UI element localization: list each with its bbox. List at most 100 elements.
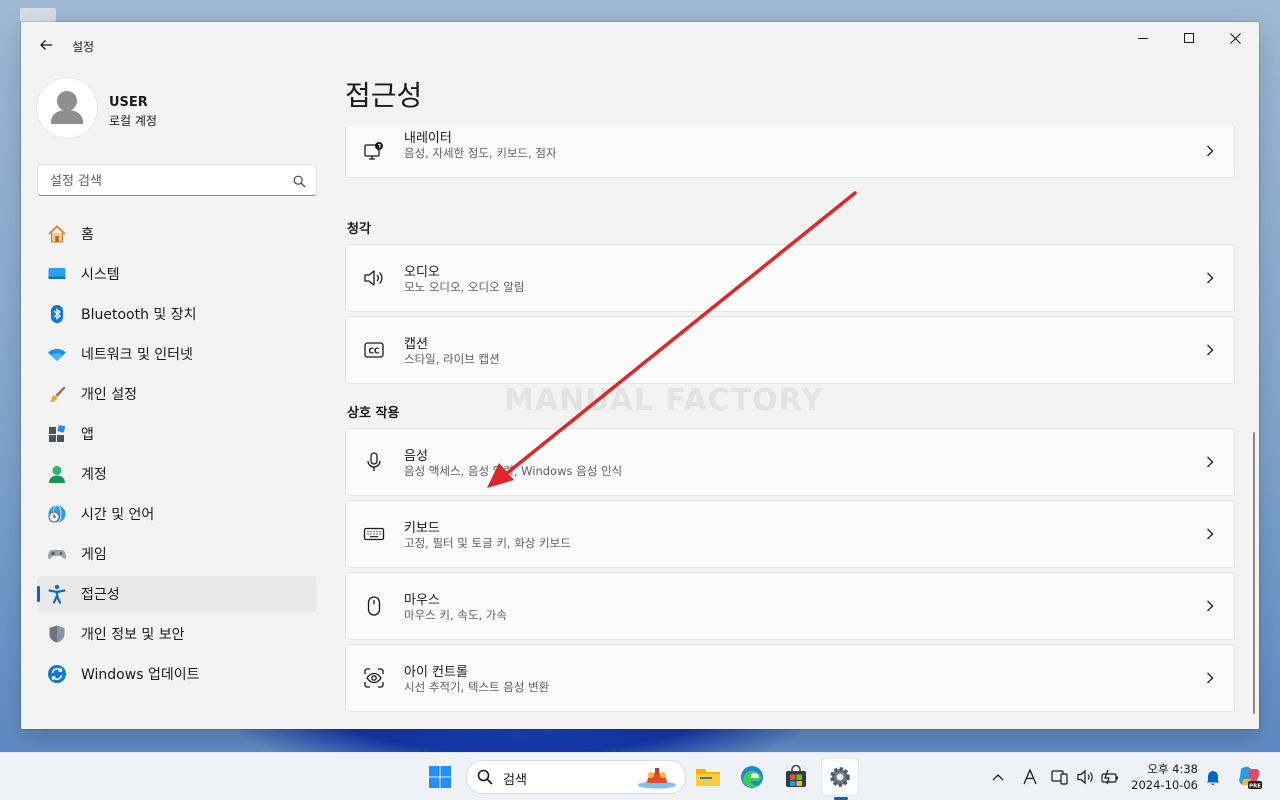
sidebar-item-home[interactable]: 홈 <box>37 216 317 252</box>
settings-taskbar-button[interactable] <box>822 759 858 795</box>
volume-icon[interactable] <box>1076 767 1096 787</box>
profile-account-type: 로컬 계정 <box>109 114 157 128</box>
keyboard-icon <box>362 522 386 546</box>
setting-subtitle: 마우스 키, 속도, 가속 <box>404 608 507 622</box>
setting-card-eye-control[interactable]: 아이 컨트롤 시선 추적기, 텍스트 음성 변환 <box>345 644 1235 712</box>
clock-date: 2024-10-06 <box>1131 778 1198 792</box>
sidebar-item-time-language[interactable]: 시간 및 언어 <box>37 496 317 532</box>
sidebar-item-bluetooth[interactable]: Bluetooth 및 장치 <box>37 296 317 332</box>
setting-title: 마우스 <box>404 593 440 608</box>
sidebar-item-gaming[interactable]: 게임 <box>37 536 317 572</box>
phone-link-icon[interactable] <box>1050 767 1070 787</box>
svg-text:PRE: PRE <box>1249 783 1261 789</box>
edge-icon <box>741 766 763 788</box>
sidebar-item-accessibility[interactable]: 접근성 <box>37 576 317 612</box>
system-clock[interactable]: 오후 4:38 2024-10-06 <box>1130 761 1198 793</box>
system-icon <box>47 264 67 284</box>
shield-icon <box>47 624 67 644</box>
page-title: 접근성 <box>345 79 423 112</box>
microsoft-store-button[interactable] <box>778 759 814 795</box>
captions-icon: CC <box>362 338 386 362</box>
setting-title: 오디오 <box>404 265 440 280</box>
file-explorer-button[interactable] <box>690 759 726 795</box>
title-bar: 설정 <box>21 22 1259 68</box>
apps-icon <box>47 424 67 444</box>
back-button[interactable] <box>35 34 57 56</box>
update-icon <box>47 664 67 684</box>
setting-card-audio[interactable]: 오디오 모노 오디오, 오디오 알림 <box>345 244 1235 312</box>
setting-title: 캡션 <box>404 337 428 352</box>
window-title: 설정 <box>72 40 95 54</box>
sidebar-item-label: 접근성 <box>81 587 120 603</box>
setting-card-speech[interactable]: 음성 음성 액세스, 음성 입력, Windows 음성 인식 <box>345 428 1235 496</box>
sidebar-item-personalization[interactable]: 개인 설정 <box>37 376 317 412</box>
battery-icon[interactable] <box>1100 767 1120 787</box>
taskbar-search-label: 검색 <box>503 773 527 788</box>
setting-card-mouse[interactable]: 마우스 마우스 키, 속도, 가속 <box>345 572 1235 640</box>
sidebar-nav: 홈 시스템 Bluetooth 및 장치 네트워크 및 인터넷 개인 설정 앱 … <box>37 216 317 696</box>
bluetooth-icon <box>47 304 67 324</box>
minimize-button[interactable] <box>1120 22 1166 54</box>
start-button[interactable] <box>422 759 458 795</box>
profile-name: USER <box>109 95 148 110</box>
sidebar-item-accounts[interactable]: 계정 <box>37 456 317 492</box>
sidebar-item-apps[interactable]: 앱 <box>37 416 317 452</box>
setting-subtitle: 스타일, 라이브 캡션 <box>404 352 500 366</box>
settings-search[interactable] <box>37 164 317 196</box>
search-input[interactable] <box>48 170 282 192</box>
sidebar-item-system[interactable]: 시스템 <box>37 256 317 292</box>
brush-icon <box>47 384 67 404</box>
microphone-icon <box>362 450 386 474</box>
settings-window: 설정 USER 로컬 계정 홈 시스템 <box>21 22 1259 729</box>
speaker-icon <box>362 266 386 290</box>
sidebar-item-label: 개인 정보 및 보안 <box>81 627 185 643</box>
desktop-shortcut-icon[interactable] <box>20 8 56 22</box>
chevron-right-icon <box>1204 672 1216 684</box>
arrow-left-icon <box>40 40 52 50</box>
chevron-up-icon[interactable] <box>988 767 1008 787</box>
setting-card-narrator[interactable]: 내레이터 음성, 자세한 정도, 키보드, 점자 <box>345 126 1235 178</box>
input-method-icon[interactable] <box>1020 767 1040 787</box>
mouse-icon <box>362 594 386 618</box>
sidebar-item-label: 네트워크 및 인터넷 <box>81 347 193 363</box>
setting-subtitle: 고정, 필터 및 토글 키, 화상 키보드 <box>404 536 571 550</box>
copilot-icon[interactable]: PRE <box>1236 764 1262 790</box>
bell-icon[interactable] <box>1203 767 1223 787</box>
folder-icon <box>696 769 720 786</box>
search-icon[interactable] <box>293 173 306 192</box>
close-button[interactable] <box>1212 22 1258 54</box>
sidebar-item-privacy[interactable]: 개인 정보 및 보안 <box>37 616 317 652</box>
setting-title: 내레이터 <box>404 131 452 146</box>
taskbar: 검색 오후 4:38 2024-10-06 PRE <box>0 752 1280 800</box>
edge-browser-button[interactable] <box>734 759 770 795</box>
setting-card-captions[interactable]: CC 캡션 스타일, 라이브 캡션 <box>345 316 1235 384</box>
setting-title: 음성 <box>404 449 428 464</box>
settings-content: 내레이터 음성, 자세한 정도, 키보드, 점자 청각 오디오 모노 오디오, … <box>345 126 1235 716</box>
chevron-right-icon <box>1204 344 1216 356</box>
section-heading-interaction: 상호 작용 <box>347 406 400 421</box>
setting-card-keyboard[interactable]: 키보드 고정, 필터 및 토글 키, 화상 키보드 <box>345 500 1235 568</box>
minimize-icon <box>1138 38 1148 39</box>
sidebar-item-network[interactable]: 네트워크 및 인터넷 <box>37 336 317 372</box>
maximize-button[interactable] <box>1166 22 1212 54</box>
chevron-right-icon <box>1204 272 1216 284</box>
sidebar-item-windows-update[interactable]: Windows 업데이트 <box>37 656 317 692</box>
sidebar-item-label: 앱 <box>81 427 94 443</box>
search-highlight-icon <box>637 765 677 793</box>
taskbar-search[interactable]: 검색 <box>466 760 686 794</box>
sidebar-item-label: 홈 <box>81 227 94 243</box>
user-avatar-icon <box>51 91 83 124</box>
setting-subtitle: 음성, 자세한 정도, 키보드, 점자 <box>404 146 557 160</box>
home-icon <box>47 224 67 244</box>
chevron-right-icon <box>1204 145 1216 157</box>
avatar[interactable] <box>37 78 97 138</box>
chevron-right-icon <box>1204 456 1216 468</box>
chevron-right-icon <box>1204 600 1216 612</box>
content-scrollbar[interactable] <box>1253 432 1255 714</box>
setting-subtitle: 모노 오디오, 오디오 알림 <box>404 280 525 294</box>
setting-subtitle: 음성 액세스, 음성 입력, Windows 음성 인식 <box>404 464 623 478</box>
sidebar-item-label: Bluetooth 및 장치 <box>81 307 197 323</box>
setting-title: 아이 컨트롤 <box>404 665 468 680</box>
setting-subtitle: 시선 추적기, 텍스트 음성 변환 <box>404 680 550 694</box>
sidebar-item-label: 시스템 <box>81 267 120 283</box>
